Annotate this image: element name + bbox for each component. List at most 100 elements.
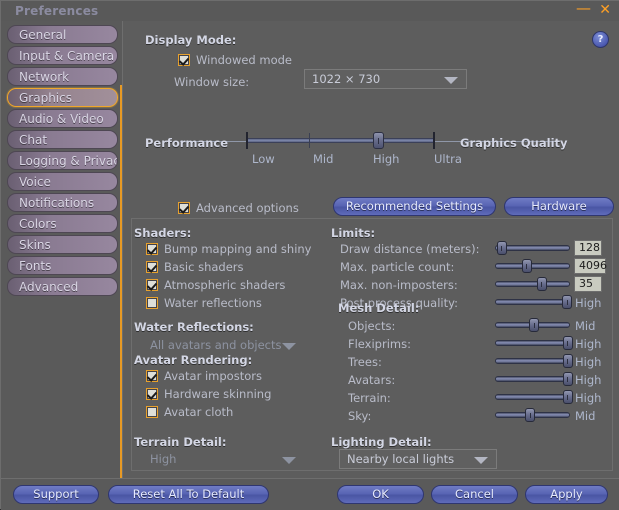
performance-label: Performance (145, 136, 229, 150)
sidebar-item-label: Advanced (19, 280, 79, 294)
mesh-detail-heading: Mesh Detail: (338, 301, 420, 315)
slider-track (495, 299, 570, 305)
limits-slider[interactable] (495, 295, 572, 309)
checkbox-label: Avatar impostors (164, 369, 262, 383)
mesh-slider[interactable] (495, 408, 570, 422)
limits-value-field[interactable]: 128 (574, 240, 602, 256)
checkbox-box (146, 297, 158, 309)
limits-value-field[interactable]: 35 (574, 276, 602, 292)
sidebar-list: General Input & Camera Network Graphics Audi… (1, 21, 122, 296)
mesh-slider[interactable] (495, 372, 573, 386)
shader-basic-shaders-checkbox[interactable]: Basic shaders (146, 260, 244, 274)
sidebar-item-input-camera[interactable]: Input & Camera (7, 46, 118, 65)
sidebar-item-audio-video[interactable]: Audio & Video (7, 109, 118, 128)
mesh-row-label: Objects: (348, 319, 396, 333)
slider-thumb[interactable] (562, 372, 573, 386)
chevron-down-icon (474, 457, 488, 464)
sidebar-item-colors[interactable]: Colors (7, 214, 118, 233)
minimize-icon[interactable]: — (576, 1, 591, 16)
apply-button[interactable]: Apply (525, 485, 608, 504)
checkbox-label: Bump mapping and shiny (164, 242, 312, 256)
sidebar-item-logging-privacy[interactable]: Logging & Privacy (7, 151, 118, 170)
slider-thumb[interactable] (521, 259, 532, 273)
water-reflections-heading: Water Reflections: (134, 320, 254, 334)
slider-track (495, 340, 570, 346)
sidebar-item-label: Notifications (19, 196, 95, 210)
avatar-avatar-impostors-checkbox[interactable]: Avatar impostors (146, 369, 262, 383)
reset-all-to-default-button[interactable]: Reset All To Default (108, 485, 269, 504)
slider-thumb[interactable] (373, 132, 385, 149)
mesh-value-text: Mid (575, 319, 596, 333)
slider-track (495, 358, 570, 364)
sidebar-item-voice[interactable]: Voice (7, 172, 118, 191)
performance-slider[interactable] (246, 131, 435, 150)
sidebar-item-label: Network (19, 70, 70, 84)
sidebar-item-network[interactable]: Network (7, 67, 118, 86)
slider-track (495, 281, 570, 287)
slider-thumb[interactable] (496, 241, 507, 255)
sidebar-item-notifications[interactable]: Notifications (7, 193, 118, 212)
slider-thumb[interactable] (562, 295, 572, 309)
chevron-down-icon (282, 457, 296, 464)
slider-tick (309, 133, 310, 148)
avatar-rendering-heading: Avatar Rendering: (134, 353, 253, 367)
mesh-row-label: Sky: (348, 409, 372, 423)
shader-atmospheric-shaders-checkbox[interactable]: Atmospheric shaders (146, 278, 285, 292)
avatar-hardware-skinning-checkbox[interactable]: Hardware skinning (146, 387, 271, 401)
mesh-slider[interactable] (495, 336, 573, 350)
sidebar-item-advanced[interactable]: Advanced (7, 277, 118, 296)
sidebar-item-skins[interactable]: Skins (7, 235, 118, 254)
slider-thumb[interactable] (529, 318, 539, 332)
hardware-button[interactable]: Hardware (504, 197, 614, 216)
slider-thumb[interactable] (562, 336, 573, 350)
limits-slider[interactable] (495, 241, 570, 255)
preferences-window: Preferences — ✕ General Input & Camera Net… (0, 0, 619, 510)
limits-slider[interactable] (495, 277, 570, 291)
window-size-dropdown[interactable]: 1022 × 730 (304, 69, 467, 89)
ok-button[interactable]: OK (337, 485, 424, 504)
mesh-slider[interactable] (495, 318, 570, 332)
sidebar-item-fonts[interactable]: Fonts (7, 256, 118, 275)
close-icon[interactable]: ✕ (599, 3, 611, 17)
help-icon[interactable]: ? (592, 31, 609, 48)
sidebar: General Input & Camera Network Graphics Audi… (1, 21, 122, 478)
windowed-mode-checkbox[interactable]: Windowed mode (178, 53, 292, 67)
slider-track (495, 376, 570, 382)
slider-thumb[interactable] (562, 354, 573, 368)
water-reflections-dropdown[interactable]: All avatars and objects (142, 335, 305, 355)
lighting-detail-dropdown[interactable]: Nearby local lights (339, 449, 497, 469)
advanced-options-checkbox[interactable]: Advanced options (178, 201, 299, 215)
limits-slider[interactable] (495, 259, 570, 273)
terrain-detail-dropdown[interactable]: High (142, 449, 305, 469)
slider-thumb[interactable] (525, 408, 536, 422)
windowed-mode-label: Windowed mode (196, 53, 292, 67)
checkbox-box (178, 202, 190, 214)
avatar-avatar-cloth-checkbox[interactable]: Avatar cloth (146, 405, 233, 419)
mesh-value-text: High (575, 373, 602, 387)
slider-end-right (433, 132, 435, 149)
mesh-row-label: Avatars: (348, 373, 396, 387)
checkbox-label: Basic shaders (164, 260, 244, 274)
sidebar-item-label: Skins (19, 238, 51, 252)
window-title: Preferences (15, 4, 99, 18)
checkbox-box (146, 388, 158, 400)
limits-value-field[interactable]: 4096 (574, 258, 607, 274)
mesh-slider[interactable] (495, 354, 573, 368)
sidebar-item-label: Fonts (19, 259, 52, 273)
shader-water-reflections-checkbox[interactable]: Water reflections (146, 296, 262, 310)
mesh-slider[interactable] (495, 390, 573, 404)
sidebar-item-general[interactable]: General (7, 25, 118, 44)
shader-bump-mapping-and-shiny-checkbox[interactable]: Bump mapping and shiny (146, 242, 311, 256)
checkbox-label: Avatar cloth (164, 405, 234, 419)
cancel-button[interactable]: Cancel (431, 485, 518, 504)
mesh-row-label: Terrain: (348, 391, 391, 405)
slider-thumb[interactable] (536, 277, 547, 291)
slider-thumb[interactable] (562, 390, 573, 404)
recommended-settings-button[interactable]: Recommended Settings (333, 197, 496, 216)
checkbox-label: Water reflections (164, 296, 262, 310)
sidebar-item-label: Voice (19, 175, 51, 189)
sidebar-item-chat[interactable]: Chat (7, 130, 118, 149)
support-button[interactable]: Support (13, 485, 99, 504)
sidebar-item-graphics[interactable]: Graphics (7, 88, 118, 107)
limits-value-text: High (575, 296, 602, 310)
